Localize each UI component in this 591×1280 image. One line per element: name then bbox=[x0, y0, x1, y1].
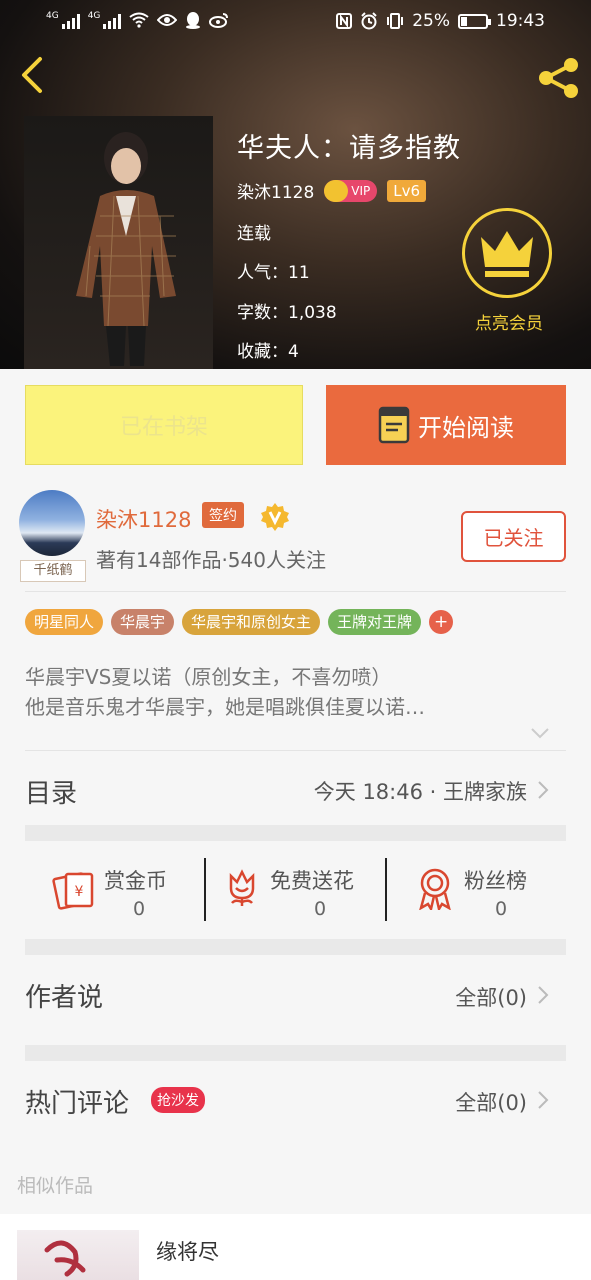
clock: 19:43 bbox=[496, 11, 545, 31]
tag-item[interactable]: 明星同人 bbox=[25, 609, 104, 635]
level-badge: Lv6 bbox=[387, 179, 427, 202]
signed-badge: 签约 bbox=[202, 502, 244, 528]
eye-icon bbox=[157, 14, 178, 26]
verified-v-icon bbox=[261, 503, 289, 531]
hot-comments-title: 热门评论 bbox=[25, 1089, 130, 1119]
more-tags-button[interactable]: + bbox=[429, 610, 454, 634]
chevron-right-icon[interactable] bbox=[537, 1090, 549, 1110]
tag-item[interactable]: 华晨宇和原创女主 bbox=[182, 609, 321, 635]
svg-text:¥: ¥ bbox=[75, 884, 84, 900]
word-count: 字数：1,038 bbox=[237, 303, 337, 323]
ribbon-medal-icon[interactable] bbox=[416, 866, 454, 910]
hot-comments-all[interactable]: 全部(0) bbox=[455, 1087, 527, 1117]
weibo-icon bbox=[209, 13, 229, 28]
favorites-count: 收藏：4 bbox=[237, 342, 299, 362]
catalog-title[interactable]: 目录 bbox=[25, 773, 77, 810]
vibrate-icon bbox=[387, 13, 404, 29]
share-icon[interactable] bbox=[536, 55, 582, 101]
divider bbox=[25, 591, 566, 592]
crown-icon bbox=[481, 231, 533, 277]
chevron-right-icon[interactable] bbox=[537, 985, 549, 1005]
book-header: 4G 4G 25% 19:43 华夫人：请多指教 染沐1128 VIP Lv6 … bbox=[0, 0, 591, 369]
author-stats: 著有14部作品·540人关注 bbox=[96, 548, 326, 572]
battery-icon bbox=[458, 13, 491, 29]
author-says-title: 作者说 bbox=[25, 983, 104, 1013]
member-badge[interactable] bbox=[462, 208, 552, 298]
tag-item[interactable]: 王牌对王牌 bbox=[328, 609, 422, 635]
similar-work-cover[interactable] bbox=[17, 1230, 139, 1280]
nfc-icon bbox=[336, 13, 353, 29]
section-separator bbox=[25, 1045, 566, 1061]
section-separator bbox=[25, 939, 566, 955]
chevron-right-icon[interactable] bbox=[537, 780, 549, 800]
popularity: 人气：11 bbox=[237, 263, 310, 283]
flower-icon[interactable] bbox=[223, 868, 261, 908]
gift-envelope-icon[interactable]: ¥ bbox=[52, 868, 96, 910]
status-bar: 4G 4G 25% 19:43 bbox=[0, 0, 591, 44]
member-cta[interactable]: 点亮会员 bbox=[462, 309, 556, 334]
author-name[interactable]: 染沐1128 bbox=[96, 504, 191, 534]
similar-work-title[interactable]: 缘将尽 bbox=[156, 1236, 219, 1266]
author-avatar[interactable] bbox=[19, 490, 85, 556]
sofa-badge[interactable]: 抢沙发 bbox=[151, 1087, 205, 1113]
avatar-tag: 千纸鹤 bbox=[20, 560, 86, 582]
qq-icon bbox=[186, 12, 201, 29]
back-arrow-icon[interactable] bbox=[14, 55, 50, 95]
book-title: 华夫人：请多指教 bbox=[237, 133, 461, 164]
section-separator bbox=[25, 825, 566, 841]
divider bbox=[25, 750, 566, 751]
wifi-icon bbox=[129, 12, 150, 28]
similar-works-title: 相似作品 bbox=[17, 1175, 94, 1197]
reward-coins-value: 0 bbox=[133, 898, 146, 920]
battery-percent: 25% bbox=[412, 11, 450, 31]
start-reading-button[interactable]: 开始阅读 bbox=[326, 385, 566, 465]
crown-icon bbox=[324, 179, 349, 202]
signal-icon: 4G bbox=[88, 11, 122, 29]
book-icon bbox=[378, 406, 410, 444]
catalog-latest[interactable]: 今天 18:46 · 王牌家族 bbox=[314, 776, 527, 806]
alarm-icon bbox=[361, 12, 377, 30]
book-description[interactable]: 华晨宇VS夏以诺（原创女主，不喜勿喷） 他是音乐鬼才华晨宇，她是唱跳俱佳夏以诺… bbox=[25, 662, 425, 722]
free-flowers-value: 0 bbox=[314, 898, 327, 920]
free-flowers-label[interactable]: 免费送花 bbox=[270, 865, 354, 895]
fan-ranking-value: 0 bbox=[495, 898, 508, 920]
reward-coins-label[interactable]: 赏金币 bbox=[104, 865, 167, 895]
in-shelf-button[interactable]: 已在书架 bbox=[25, 385, 303, 465]
chevron-down-icon[interactable] bbox=[530, 726, 550, 740]
tag-item[interactable]: 华晨宇 bbox=[111, 609, 175, 635]
book-cover[interactable] bbox=[24, 116, 213, 369]
fan-ranking-label[interactable]: 粉丝榜 bbox=[464, 865, 527, 895]
stat-separator bbox=[385, 858, 387, 921]
following-button[interactable]: 已关注 bbox=[461, 511, 566, 562]
book-author[interactable]: 染沐1128 bbox=[237, 178, 314, 203]
stat-separator bbox=[204, 858, 206, 921]
tag-list: 明星同人 华晨宇 华晨宇和原创女主 王牌对王牌 + bbox=[25, 609, 454, 635]
author-says-all[interactable]: 全部(0) bbox=[455, 982, 527, 1012]
vip-badge: VIP bbox=[324, 179, 378, 202]
serial-status: 连载 bbox=[237, 224, 271, 244]
signal-icon: 4G bbox=[46, 11, 80, 29]
cover-photo bbox=[76, 132, 176, 366]
cover-art bbox=[44, 1240, 86, 1277]
